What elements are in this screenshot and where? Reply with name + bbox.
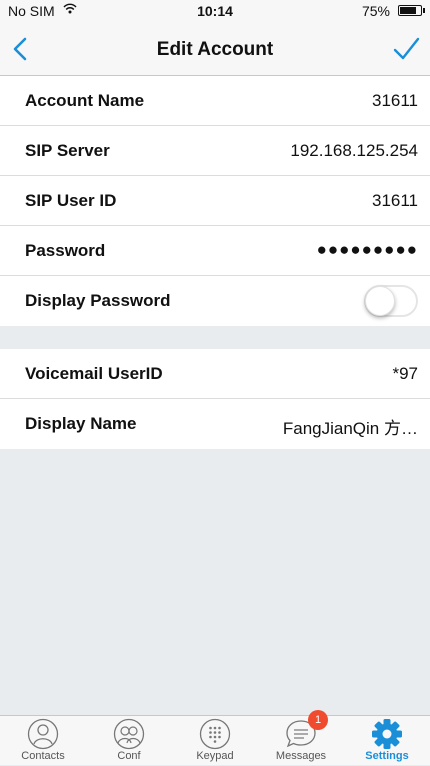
password-label: Password xyxy=(25,241,106,260)
sip-user-id-label: SIP User ID xyxy=(25,191,117,210)
tab-bar: Contacts Conf Keypad 1 Messages Settings xyxy=(0,710,430,766)
sip-server-value[interactable]: 192.168.125.254 xyxy=(290,141,418,161)
display-name-value[interactable]: FangJianQin 方… xyxy=(283,414,418,439)
save-button[interactable] xyxy=(392,35,420,63)
person-icon xyxy=(27,718,59,750)
sip-server-row[interactable]: SIP Server 192.168.125.254 xyxy=(0,126,430,176)
group-icon xyxy=(113,718,145,750)
tab-contacts[interactable]: Contacts xyxy=(0,716,86,766)
account-settings-group: Account Name 31611 SIP Server 192.168.12… xyxy=(0,76,430,326)
sip-user-id-value[interactable]: 31611 xyxy=(372,191,418,211)
checkmark-icon xyxy=(393,37,420,60)
battery-icon xyxy=(398,5,425,16)
tab-settings-label: Settings xyxy=(365,750,409,762)
display-name-label: Display Name xyxy=(25,414,137,433)
sip-server-label: SIP Server xyxy=(25,141,110,160)
display-name-row[interactable]: Display Name FangJianQin 方… xyxy=(0,399,430,449)
nav-bar: Edit Account xyxy=(0,22,430,76)
tab-settings[interactable]: Settings xyxy=(344,716,430,766)
account-name-row[interactable]: Account Name 31611 xyxy=(0,76,430,126)
account-name-value[interactable]: 31611 xyxy=(372,91,418,111)
identity-settings-group: Voicemail UserID *97 Display Name FangJi… xyxy=(0,349,430,449)
display-password-label: Display Password xyxy=(25,291,171,310)
messages-badge: 1 xyxy=(308,710,328,730)
battery-percent: 75% xyxy=(361,3,390,19)
toggle-knob xyxy=(365,286,395,316)
sip-user-id-row[interactable]: SIP User ID 31611 xyxy=(0,176,430,226)
voicemail-userid-label: Voicemail UserID xyxy=(25,364,163,383)
tab-conf-label: Conf xyxy=(117,750,141,762)
account-name-label: Account Name xyxy=(25,91,145,110)
tab-conf[interactable]: Conf xyxy=(86,716,172,766)
keypad-icon xyxy=(199,718,231,750)
gear-icon xyxy=(372,719,402,749)
tab-messages[interactable]: 1 Messages xyxy=(258,710,344,766)
status-bar: No SIM 10:14 75% xyxy=(0,0,430,22)
page-title: Edit Account xyxy=(156,39,274,60)
voicemail-userid-value[interactable]: *97 xyxy=(392,364,418,384)
password-value[interactable]: ●●●●●●●●● xyxy=(317,240,418,260)
tab-contacts-label: Contacts xyxy=(21,750,65,762)
tab-messages-label: Messages xyxy=(275,750,327,762)
display-password-toggle[interactable] xyxy=(364,285,418,317)
password-row[interactable]: Password ●●●●●●●●● xyxy=(0,226,430,276)
tab-keypad[interactable]: Keypad xyxy=(172,716,258,766)
voicemail-userid-row[interactable]: Voicemail UserID *97 xyxy=(0,349,430,399)
tab-keypad-label: Keypad xyxy=(196,750,234,762)
display-password-row: Display Password xyxy=(0,276,430,326)
